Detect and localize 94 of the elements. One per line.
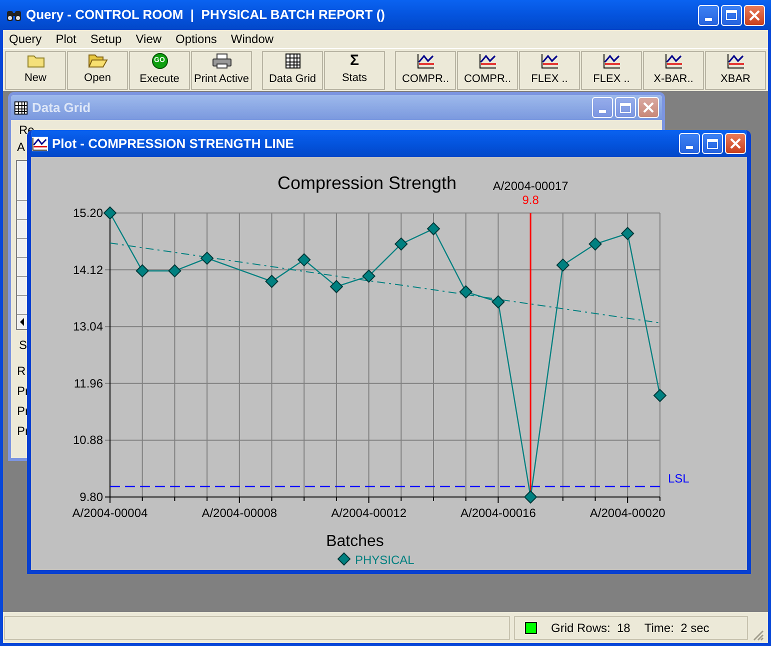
maximize-icon [726,10,737,20]
y-tick-label: 11.96 [74,376,103,390]
marker-value: 9.8 [522,193,539,207]
results-text: A [17,139,26,156]
toolbar-button[interactable]: COMPR.. [457,50,518,90]
close-icon [749,10,760,20]
line-chart-icon [726,52,744,69]
maximize-button[interactable] [615,97,636,118]
toolbar-button[interactable]: FLEX .. [519,50,580,90]
toolbar-button[interactable]: Open [67,50,128,90]
printer-icon [212,52,232,69]
minimize-button[interactable] [698,4,719,26]
section-label: S [19,337,28,354]
data-point [362,269,376,283]
data-point [136,264,150,278]
y-tick-label: 13.04 [72,320,103,334]
status-indicator [525,622,537,634]
toolbar-button[interactable]: X-BAR.. [643,50,704,90]
y-tick-label: 10.88 [72,433,103,448]
minimize-button[interactable] [592,97,613,118]
data-point [459,285,473,299]
line-chart-icon [32,136,48,152]
data-point [394,237,408,251]
grid-icon [284,52,300,69]
x-tick-label: A/2004-00016 [460,506,536,520]
menu-item[interactable]: View [136,30,162,48]
line-chart-icon [602,52,620,69]
minimize-icon [686,146,693,149]
data-point [200,252,214,265]
toolbar-button[interactable]: New [5,50,66,90]
data-point [653,388,667,402]
data-point [426,222,440,236]
data-point [297,253,311,267]
close-icon [643,102,654,113]
line-chart-icon [478,52,496,69]
time-text: Time: 2 sec [644,620,710,636]
menu-item[interactable]: Setup [90,30,122,48]
maximize-button[interactable] [721,4,742,26]
open-folder-icon [88,53,108,68]
data-point [103,206,117,220]
legend-marker [337,552,351,566]
toolbar-button[interactable]: Print Active [191,50,252,90]
close-button[interactable] [744,4,765,26]
resize-grip-icon [752,629,764,641]
x-tick-label: A/2004-00012 [331,506,406,520]
data-point [168,264,182,278]
y-tick-label: 15.20 [72,206,103,220]
window-title: Data Grid [32,98,92,117]
x-axis-title: Batches [326,533,384,550]
binoculars-icon [6,8,22,22]
toolbar-button[interactable]: FLEX .. [581,50,642,90]
limit-label: LSL [668,471,690,486]
close-button[interactable] [725,133,746,154]
line-chart-icon [416,52,434,69]
y-tick-label: 14.12 [72,262,103,277]
grid-icon [14,100,28,114]
window-title: Plot - COMPRESSION STRENGTH LINE [52,134,295,153]
toolbar-button[interactable]: COMPR.. [395,50,456,90]
x-tick-label: A/2004-00008 [202,506,278,520]
data-point [524,490,538,504]
data-point [588,237,602,251]
menu-item[interactable]: Window [230,30,274,48]
data-point [265,274,278,288]
x-tick-label: A/2004-00004 [72,506,148,520]
data-point [556,258,570,272]
toolbar-button[interactable]: Σ Stats [324,50,385,90]
close-button[interactable] [638,97,659,118]
y-tick-label: 9.80 [80,490,103,504]
line-chart-icon [664,52,682,69]
menu-item[interactable]: Plot [56,30,76,48]
minimize-icon [599,110,606,113]
line-chart-icon [540,52,558,69]
x-tick-label: A/2004-00020 [590,506,666,520]
maximize-icon [620,102,631,112]
toolbar-button[interactable]: XBAR [705,50,766,90]
minimize-button[interactable] [679,133,700,154]
toolbar-button[interactable]: Data Grid [262,50,323,90]
maximize-button[interactable] [702,133,723,154]
window-title: Query - CONTROL ROOM | PHYSICAL BATCH REPORT () [26,6,386,24]
grid-rows-text: Grid Rows: 18 [551,620,630,636]
chart-title: Compression Strength [277,173,457,193]
legend-label: PHYSICAL [355,553,414,567]
data-point [330,280,344,294]
close-icon [730,138,741,149]
field-label: R [17,363,26,380]
sigma-icon: Σ [350,53,359,68]
minimize-icon [705,18,712,20]
data-point [620,226,634,240]
menu-item[interactable]: Query [9,30,42,48]
data-point [492,295,505,309]
menu-item[interactable]: Options [176,30,217,48]
folder-icon [26,53,44,68]
maximize-icon [707,138,718,148]
marker-label: A/2004-00017 [492,179,568,193]
